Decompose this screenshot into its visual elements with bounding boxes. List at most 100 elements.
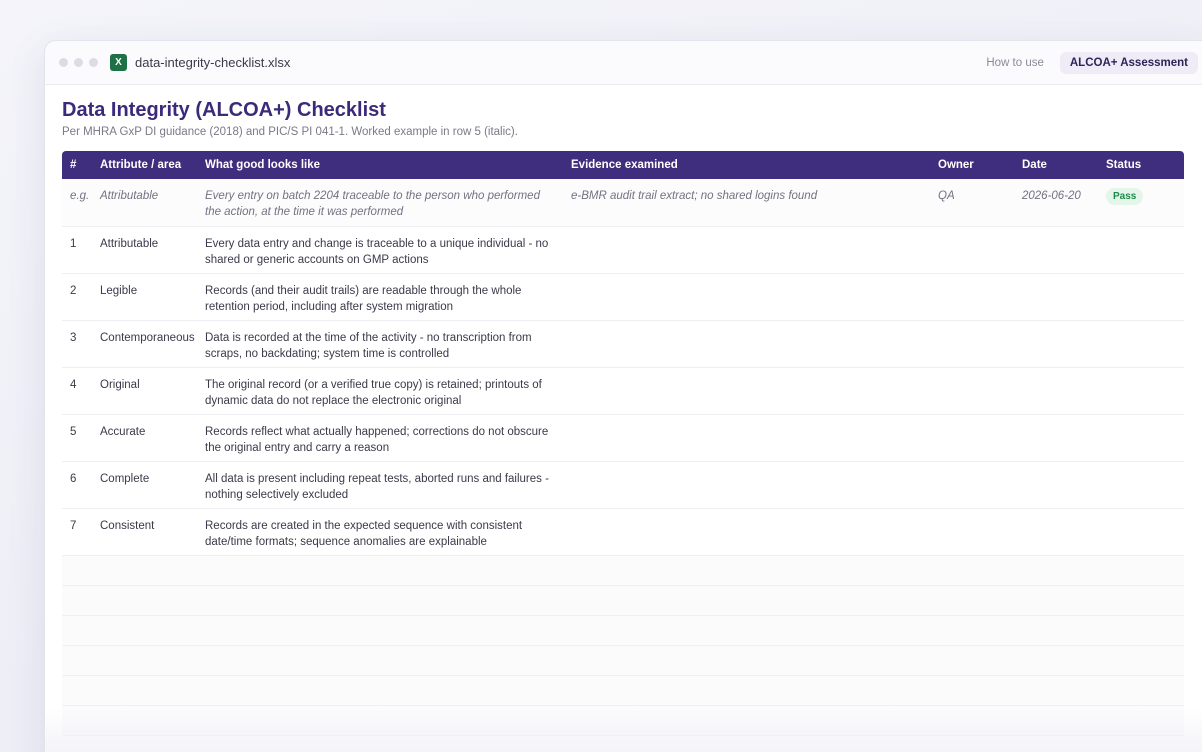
good-cell[interactable]: Records (and their audit trails) are rea… (197, 273, 563, 321)
date-cell[interactable] (1014, 461, 1098, 509)
evidence-cell[interactable] (563, 508, 930, 556)
empty-cell[interactable] (197, 675, 563, 706)
example-evidence-cell[interactable]: e-BMR audit trail extract; no shared log… (563, 179, 930, 227)
empty-cell[interactable] (1014, 675, 1098, 706)
empty-cell[interactable] (197, 705, 563, 736)
status-cell[interactable] (1098, 367, 1184, 415)
empty-cell[interactable] (1014, 585, 1098, 616)
empty-cell[interactable] (1098, 705, 1184, 736)
empty-cell[interactable] (62, 555, 92, 586)
empty-cell[interactable] (930, 645, 1014, 676)
example-attribute-cell[interactable]: Attributable (92, 179, 197, 227)
empty-cell[interactable] (930, 585, 1014, 616)
example-owner-cell[interactable]: QA (930, 179, 1014, 227)
column-header-good[interactable]: What good looks like (197, 151, 563, 179)
empty-cell[interactable] (197, 585, 563, 616)
owner-cell[interactable] (930, 226, 1014, 274)
empty-cell[interactable] (563, 645, 930, 676)
empty-cell[interactable] (1098, 675, 1184, 706)
empty-cell[interactable] (92, 645, 197, 676)
status-cell[interactable] (1098, 226, 1184, 274)
date-cell[interactable] (1014, 508, 1098, 556)
number-cell[interactable]: 1 (62, 226, 92, 274)
empty-cell[interactable] (1014, 555, 1098, 586)
tab-alcoa-assessment[interactable]: ALCOA+ Assessment (1059, 51, 1198, 74)
empty-cell[interactable] (197, 645, 563, 676)
attribute-cell[interactable]: Contemporaneous (92, 320, 197, 368)
evidence-cell[interactable] (563, 226, 930, 274)
number-cell[interactable]: 3 (62, 320, 92, 368)
empty-cell[interactable] (1014, 705, 1098, 736)
empty-cell[interactable] (1098, 645, 1184, 676)
date-cell[interactable] (1014, 367, 1098, 415)
good-cell[interactable]: All data is present including repeat tes… (197, 461, 563, 509)
status-cell[interactable] (1098, 508, 1184, 556)
number-cell[interactable]: 7 (62, 508, 92, 556)
evidence-cell[interactable] (563, 461, 930, 509)
empty-cell[interactable] (930, 555, 1014, 586)
empty-cell[interactable] (92, 555, 197, 586)
evidence-cell[interactable] (563, 273, 930, 321)
good-cell[interactable]: The original record (or a verified true … (197, 367, 563, 415)
empty-cell[interactable] (62, 705, 92, 736)
tab-how-to-use[interactable]: How to use (976, 52, 1054, 74)
number-cell[interactable]: 4 (62, 367, 92, 415)
owner-cell[interactable] (930, 508, 1014, 556)
empty-cell[interactable] (1014, 645, 1098, 676)
attribute-cell[interactable]: Legible (92, 273, 197, 321)
example-good-cell[interactable]: Every entry on batch 2204 traceable to t… (197, 179, 563, 227)
evidence-cell[interactable] (563, 367, 930, 415)
empty-cell[interactable] (930, 705, 1014, 736)
empty-cell[interactable] (62, 675, 92, 706)
evidence-cell[interactable] (563, 414, 930, 462)
empty-cell[interactable] (1098, 585, 1184, 616)
attribute-cell[interactable]: Consistent (92, 508, 197, 556)
owner-cell[interactable] (930, 273, 1014, 321)
example-date-cell[interactable]: 2026-06-20 (1014, 179, 1098, 227)
date-cell[interactable] (1014, 273, 1098, 321)
attribute-cell[interactable]: Attributable (92, 226, 197, 274)
example-number-cell[interactable]: e.g. (62, 179, 92, 227)
good-cell[interactable]: Records are created in the expected sequ… (197, 508, 563, 556)
owner-cell[interactable] (930, 414, 1014, 462)
column-header-owner[interactable]: Owner (930, 151, 1014, 179)
close-window-dot[interactable] (59, 58, 68, 67)
column-header-number[interactable]: # (62, 151, 92, 179)
column-header-evidence[interactable]: Evidence examined (563, 151, 930, 179)
empty-cell[interactable] (92, 585, 197, 616)
empty-cell[interactable] (563, 615, 930, 646)
status-cell[interactable] (1098, 320, 1184, 368)
attribute-cell[interactable]: Complete (92, 461, 197, 509)
column-header-attribute[interactable]: Attribute / area (92, 151, 197, 179)
empty-cell[interactable] (92, 615, 197, 646)
empty-cell[interactable] (62, 585, 92, 616)
empty-cell[interactable] (62, 645, 92, 676)
owner-cell[interactable] (930, 320, 1014, 368)
empty-cell[interactable] (92, 705, 197, 736)
column-header-date[interactable]: Date (1014, 151, 1098, 179)
date-cell[interactable] (1014, 320, 1098, 368)
status-cell[interactable] (1098, 414, 1184, 462)
empty-cell[interactable] (1014, 615, 1098, 646)
empty-cell[interactable] (930, 615, 1014, 646)
empty-cell[interactable] (563, 675, 930, 706)
owner-cell[interactable] (930, 461, 1014, 509)
empty-cell[interactable] (197, 555, 563, 586)
status-cell[interactable] (1098, 461, 1184, 509)
empty-cell[interactable] (62, 615, 92, 646)
number-cell[interactable]: 5 (62, 414, 92, 462)
good-cell[interactable]: Records reflect what actually happened; … (197, 414, 563, 462)
owner-cell[interactable] (930, 367, 1014, 415)
date-cell[interactable] (1014, 226, 1098, 274)
attribute-cell[interactable]: Original (92, 367, 197, 415)
empty-cell[interactable] (563, 705, 930, 736)
empty-cell[interactable] (197, 615, 563, 646)
empty-cell[interactable] (92, 675, 197, 706)
number-cell[interactable]: 2 (62, 273, 92, 321)
example-status-cell[interactable]: Pass (1098, 179, 1184, 227)
number-cell[interactable]: 6 (62, 461, 92, 509)
empty-cell[interactable] (563, 585, 930, 616)
maximize-window-dot[interactable] (89, 58, 98, 67)
minimize-window-dot[interactable] (74, 58, 83, 67)
empty-cell[interactable] (1098, 615, 1184, 646)
